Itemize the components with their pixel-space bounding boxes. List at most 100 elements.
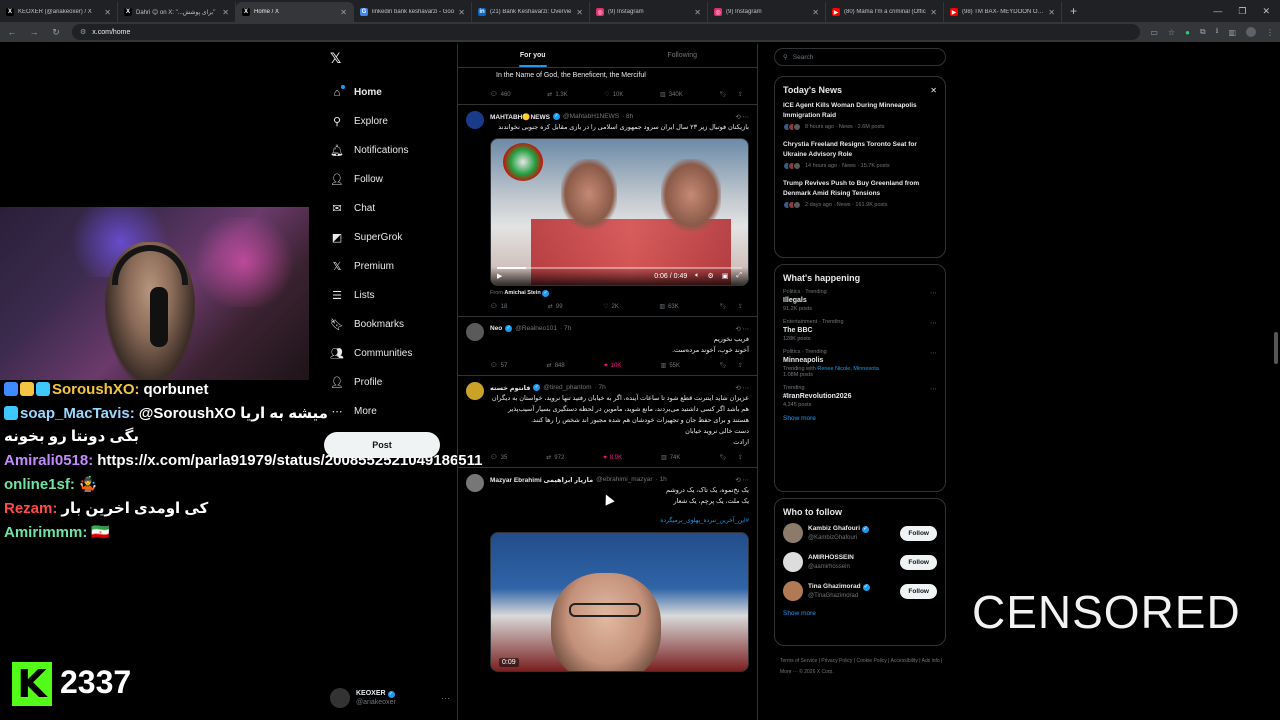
sidebar-item-more[interactable]: ⋯ More: [330, 397, 450, 426]
close-icon[interactable]: ✕: [694, 8, 701, 17]
views-button[interactable]: ▥ 74K: [661, 454, 680, 462]
close-icon[interactable]: ✕: [576, 8, 583, 17]
like-button[interactable]: ♡ 10K: [604, 91, 623, 99]
bookmark-button[interactable]: 🔖︎ ⇪: [719, 454, 743, 461]
retweet-button[interactable]: ⇄ 1.3K: [547, 91, 567, 99]
more-icon[interactable]: ⋯: [930, 289, 937, 297]
bookmark-button[interactable]: 🔖︎ ⇪: [719, 91, 743, 98]
avatar[interactable]: [783, 523, 803, 543]
cast-icon[interactable]: ▭: [1150, 28, 1158, 37]
more-icon[interactable]: ⟲ ⋯: [735, 325, 749, 333]
views-button[interactable]: ▥ 63K: [659, 303, 678, 311]
author-name[interactable]: Neo: [490, 325, 502, 332]
trend-item[interactable]: Trending #IranRevolution2026 4,245 posts ⋯: [783, 385, 937, 408]
more-icon[interactable]: ⟲ ⋯: [735, 113, 749, 121]
more-icon[interactable]: ⟲ ⋯: [735, 384, 749, 392]
sidebar-item-profile[interactable]: 👤︎ Profile: [330, 368, 450, 397]
more-icon[interactable]: ⋯: [930, 385, 937, 393]
tweet-video[interactable]: 0:09: [490, 532, 749, 672]
share-icon[interactable]: ⇪: [738, 91, 743, 98]
maximize-icon[interactable]: ❐: [1238, 6, 1246, 17]
show-more-link[interactable]: Show more: [783, 610, 937, 617]
tab-for-you[interactable]: For you: [458, 44, 608, 67]
tweet-video[interactable]: ▶ 0:06 / 0:49 🔈︎ ⚙ ▣ ⤢: [490, 138, 749, 286]
author-handle[interactable]: @ebrahimi_mazyar: [596, 476, 652, 483]
avatar[interactable]: [466, 323, 484, 341]
browser-tab[interactable]: in (21) Bank Keshavarzi: Overvie ✕: [472, 2, 590, 22]
chat-username[interactable]: SoroushXO:: [52, 381, 140, 398]
trend-context-link[interactable]: Renee Nicole, Minnesota: [817, 366, 878, 372]
follow-name[interactable]: Tina Ghazimorad: [808, 583, 861, 590]
follow-name[interactable]: Kambiz Ghafouri: [808, 525, 860, 532]
news-item[interactable]: Trump Revives Push to Buy Greenland from…: [783, 179, 937, 209]
more-icon[interactable]: ⋯: [930, 349, 937, 357]
sidebar-item-notifications[interactable]: 🔔︎ Notifications: [330, 136, 450, 165]
bookmark-button[interactable]: 🔖︎ ⇪: [719, 362, 743, 369]
avatar[interactable]: [466, 382, 484, 400]
follow-button[interactable]: Follow: [900, 554, 937, 570]
news-item[interactable]: Chrystia Freeland Resigns Toronto Seat f…: [783, 140, 937, 170]
tweet[interactable]: In the Name of God, the Beneficent, the …: [458, 68, 757, 105]
extensions-puzzle-icon[interactable]: ⧉: [1200, 27, 1206, 37]
avatar[interactable]: [783, 581, 803, 601]
close-icon[interactable]: ✕: [104, 8, 111, 17]
follow-suggestion[interactable]: Kambiz Ghafouri ✓ @KambizGhafouri Follow: [783, 523, 937, 543]
author-name[interactable]: Mazyar Ebrahimi مازیار ابراهیمی: [490, 476, 593, 484]
play-icon[interactable]: ▶: [497, 272, 502, 280]
reply-button[interactable]: 💬︎ 57: [490, 362, 507, 370]
tab-following[interactable]: Following: [608, 44, 758, 67]
close-icon[interactable]: ✕: [222, 8, 229, 17]
chat-username[interactable]: Amirimmm:: [4, 524, 87, 541]
views-button[interactable]: ▥ 340K: [660, 91, 683, 99]
browser-tab[interactable]: X KEOXER (@ariakeoxer) / X ✕: [0, 2, 118, 22]
bookmark-star-icon[interactable]: ☆: [1168, 28, 1175, 37]
views-button[interactable]: ▥ 55K: [661, 362, 680, 370]
close-icon[interactable]: ✕: [812, 8, 819, 17]
share-icon[interactable]: ⇪: [738, 362, 743, 369]
close-icon[interactable]: ✕: [930, 86, 937, 95]
x-logo[interactable]: 𝕏: [330, 50, 341, 67]
browser-tab[interactable]: ◎ (9) Instagram ✕: [708, 2, 826, 22]
from-name[interactable]: Amichai Stein: [504, 290, 540, 296]
more-icon[interactable]: ⟲ ⋯: [735, 476, 749, 484]
retweet-button[interactable]: ⇄ 99: [548, 303, 563, 311]
footer-links[interactable]: Terms of Service | Privacy Policy | Cook…: [780, 656, 950, 678]
chat-username[interactable]: Amirali0518:: [4, 452, 93, 469]
account-switcher[interactable]: KEOXER ✓ @ariakeoxer ···: [330, 686, 450, 710]
profile-avatar[interactable]: [1246, 27, 1256, 37]
sidebar-item-lists[interactable]: ☰ Lists: [330, 281, 450, 310]
hashtag-link[interactable]: #این_آخرین_نبرده_پهلوی_برمیگرده: [466, 517, 749, 524]
browser-tab[interactable]: ◎ (9) Instagram ✕: [590, 2, 708, 22]
trend-item[interactable]: Politics · Trending Minneapolis Trending w…: [783, 349, 937, 378]
browser-tab[interactable]: ▶ (80) Mama I'm a criminal (Offic ✕: [826, 2, 944, 22]
minimize-icon[interactable]: —: [1213, 6, 1222, 16]
site-info-icon[interactable]: ⚙: [80, 28, 86, 36]
author-name[interactable]: فانتوم خسته: [490, 384, 530, 392]
reply-button[interactable]: 💬︎ 18: [490, 303, 507, 311]
tweet[interactable]: MAHTABH🟡NEWS ✓ @MahtabH1NEWS · 8h ⟲ ⋯ با…: [458, 105, 757, 317]
sidebar-item-chat[interactable]: ✉ Chat: [330, 194, 450, 223]
address-bar[interactable]: ⚙ x.com/home: [72, 24, 1141, 40]
sidebar-item-communities[interactable]: 👥︎ Communities: [330, 339, 450, 368]
forward-icon[interactable]: →: [28, 27, 40, 37]
tweet-time[interactable]: · 1h: [656, 476, 667, 483]
author-handle[interactable]: @tired_phantom: [543, 384, 591, 391]
sidebar-item-premium[interactable]: 𝕏 Premium: [330, 252, 450, 281]
reply-button[interactable]: 💬︎ 460: [490, 91, 511, 99]
author-handle[interactable]: @MahtabH1NEWS: [563, 113, 619, 120]
search-input[interactable]: ⚲ Search: [774, 48, 946, 66]
tweet-time[interactable]: · 7h: [560, 325, 571, 332]
more-icon[interactable]: ⋯: [930, 319, 937, 327]
tweet[interactable]: فانتوم خسته ✓ @tired_phantom · 7h ⟲ ⋯ عز…: [458, 376, 757, 468]
like-button[interactable]: ♥ 8.9K: [603, 455, 622, 461]
volume-icon[interactable]: 🔈︎: [695, 272, 699, 280]
chat-username[interactable]: soap_MacTavis:: [20, 405, 135, 422]
fullscreen-icon[interactable]: ⤢: [736, 272, 742, 280]
author-handle[interactable]: @Realneo101: [515, 325, 557, 332]
more-icon[interactable]: ···: [441, 693, 450, 703]
follow-name[interactable]: AMIRHOSSEIN: [808, 554, 854, 561]
close-window-icon[interactable]: ✕: [1262, 6, 1270, 17]
bookmark-button[interactable]: 🔖︎ ⇪: [719, 303, 743, 310]
author-name[interactable]: MAHTABH🟡NEWS: [490, 113, 550, 121]
avatar[interactable]: [466, 111, 484, 129]
